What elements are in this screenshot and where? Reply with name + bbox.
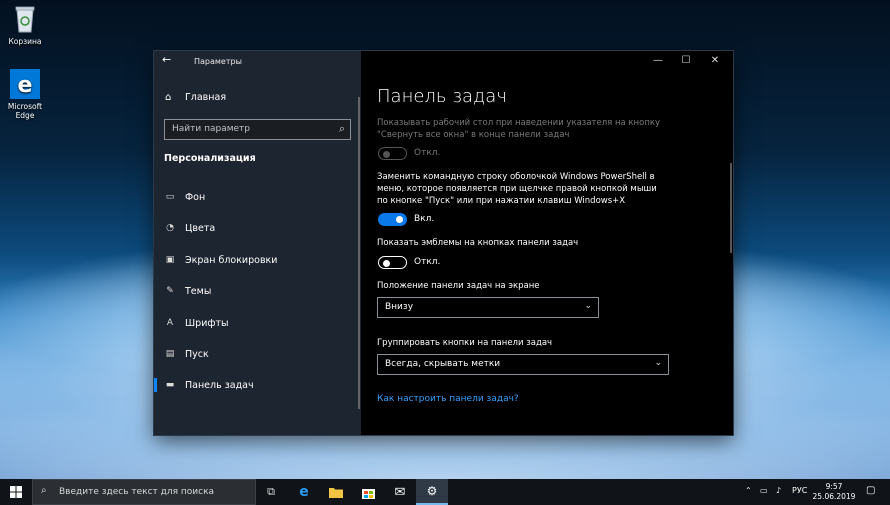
combine-dropdown[interactable]: Всегда, скрывать метки ⌄ [377, 354, 669, 375]
powershell-toggle[interactable] [378, 213, 407, 226]
taskbar: ⌕ Введите здесь текст для поиска ⧉ e ✉ ⚙… [0, 479, 890, 505]
nav-item-background[interactable]: ▭ Фон [154, 187, 361, 207]
start-icon: ▤ [165, 349, 175, 359]
nav-item-colors[interactable]: ◔ Цвета [154, 218, 361, 238]
page-title: Панель задач [377, 86, 507, 107]
position-label: Положение панели задач на экране [377, 281, 540, 291]
settings-taskbar-icon[interactable]: ⚙ [416, 479, 448, 505]
clock-time: 9:57 [825, 482, 843, 491]
edge-shortcut[interactable]: e Microsoft Edge [2, 69, 48, 120]
nav-item-lock-screen[interactable]: ▣ Экран блокировки [154, 250, 361, 270]
file-explorer-icon[interactable] [320, 479, 352, 505]
nav-item-fonts[interactable]: A Шрифты [154, 313, 361, 333]
section-title: Персонализация [164, 153, 256, 164]
combine-value: Всегда, скрывать метки [385, 359, 501, 369]
badges-setting-label: Показать эмблемы на кнопках панели задач [377, 238, 579, 248]
recycle-bin-icon [15, 6, 35, 33]
recycle-bin-label: Корзина [8, 37, 42, 46]
svg-text:e: e [18, 73, 33, 98]
maximize-icon[interactable]: ☐ [672, 51, 700, 71]
start-button[interactable] [0, 479, 32, 505]
volume-icon[interactable]: ♪ [776, 486, 781, 495]
network-icon[interactable]: ▭ [760, 486, 768, 495]
notifications-icon[interactable]: ▢ [866, 485, 875, 496]
taskbar-search-box[interactable]: ⌕ Введите здесь текст для поиска [32, 479, 256, 505]
home-link[interactable]: ⌂ Главная [165, 92, 226, 103]
nav-scrollbar[interactable] [358, 97, 360, 409]
folder-icon [329, 487, 343, 498]
edge-icon: e [10, 69, 40, 99]
edge-label: Microsoft Edge [7, 102, 43, 120]
window-title: Параметры [194, 57, 242, 66]
chevron-up-icon[interactable]: ⌃ [745, 486, 752, 495]
powershell-setting-label: Заменить командную строку оболочкой Wind… [377, 172, 657, 206]
search-icon: ⌕ [41, 485, 47, 496]
brush-icon: ✎ [166, 286, 174, 296]
edge-taskbar-icon[interactable]: e [288, 479, 320, 505]
back-arrow-icon[interactable]: ← [162, 53, 171, 66]
font-icon: A [166, 318, 174, 328]
lock-screen-icon: ▣ [165, 255, 175, 265]
chevron-down-icon: ⌄ [584, 301, 592, 311]
nav-item-themes[interactable]: ✎ Темы [154, 281, 361, 301]
nav-item-label: Шрифты [185, 317, 229, 329]
taskbar-icon: ▬ [165, 380, 175, 390]
shopping-bag-icon [361, 488, 375, 499]
nav-item-taskbar[interactable]: ▬ Панель задач [154, 375, 361, 395]
task-view-icon[interactable]: ⧉ [255, 479, 287, 505]
peek-toggle[interactable] [378, 147, 407, 160]
search-icon[interactable]: ⌕ [339, 122, 345, 136]
position-value: Внизу [385, 302, 414, 312]
minimize-icon[interactable]: — [644, 51, 672, 71]
badges-toggle-state: Откл. [414, 257, 441, 267]
language-indicator[interactable]: РУС [792, 486, 807, 495]
settings-content: — ☐ ✕ Панель задач Показывать рабочий ст… [361, 51, 733, 435]
recycle-bin-shortcut[interactable]: Корзина [2, 4, 48, 46]
settings-window: ← Параметры ⌂ Главная Найти параметр ⌕ П… [154, 51, 733, 435]
content-scrollbar[interactable] [730, 163, 732, 253]
combine-label: Группировать кнопки на панели задач [377, 338, 553, 348]
home-label: Главная [185, 92, 227, 103]
nav-item-label: Темы [185, 285, 212, 297]
nav-item-start[interactable]: ▤ Пуск [154, 344, 361, 364]
nav-item-label: Цвета [185, 222, 216, 234]
peek-setting-label: Показывать рабочий стол при наведении ук… [377, 118, 661, 140]
nav-item-label: Экран блокировки [185, 254, 278, 266]
peek-toggle-state: Откл. [414, 148, 441, 158]
nav-item-label: Панель задач [185, 379, 254, 391]
close-icon[interactable]: ✕ [701, 51, 729, 71]
nav-item-label: Фон [185, 191, 206, 203]
image-icon: ▭ [165, 192, 175, 202]
nav-item-label: Пуск [185, 348, 209, 360]
help-link[interactable]: Как настроить панели задач? [377, 394, 519, 404]
clock[interactable]: 9:57 25.06.2019 [812, 482, 856, 502]
powershell-toggle-state: Вкл. [414, 214, 435, 224]
chevron-down-icon: ⌄ [654, 358, 662, 368]
taskbar-search-placeholder: Введите здесь текст для поиска [59, 487, 215, 497]
store-icon[interactable] [352, 479, 384, 505]
position-dropdown[interactable]: Внизу ⌄ [377, 297, 599, 318]
mail-icon[interactable]: ✉ [384, 479, 416, 505]
settings-search-input[interactable]: Найти параметр ⌕ [164, 119, 351, 140]
badges-toggle[interactable] [378, 256, 407, 269]
clock-date: 25.06.2019 [812, 492, 856, 501]
settings-nav-pane: ← Параметры ⌂ Главная Найти параметр ⌕ П… [154, 51, 361, 435]
home-icon: ⌂ [165, 92, 172, 103]
windows-logo-icon [10, 486, 22, 498]
palette-icon: ◔ [166, 223, 174, 233]
search-placeholder: Найти параметр [172, 124, 250, 134]
